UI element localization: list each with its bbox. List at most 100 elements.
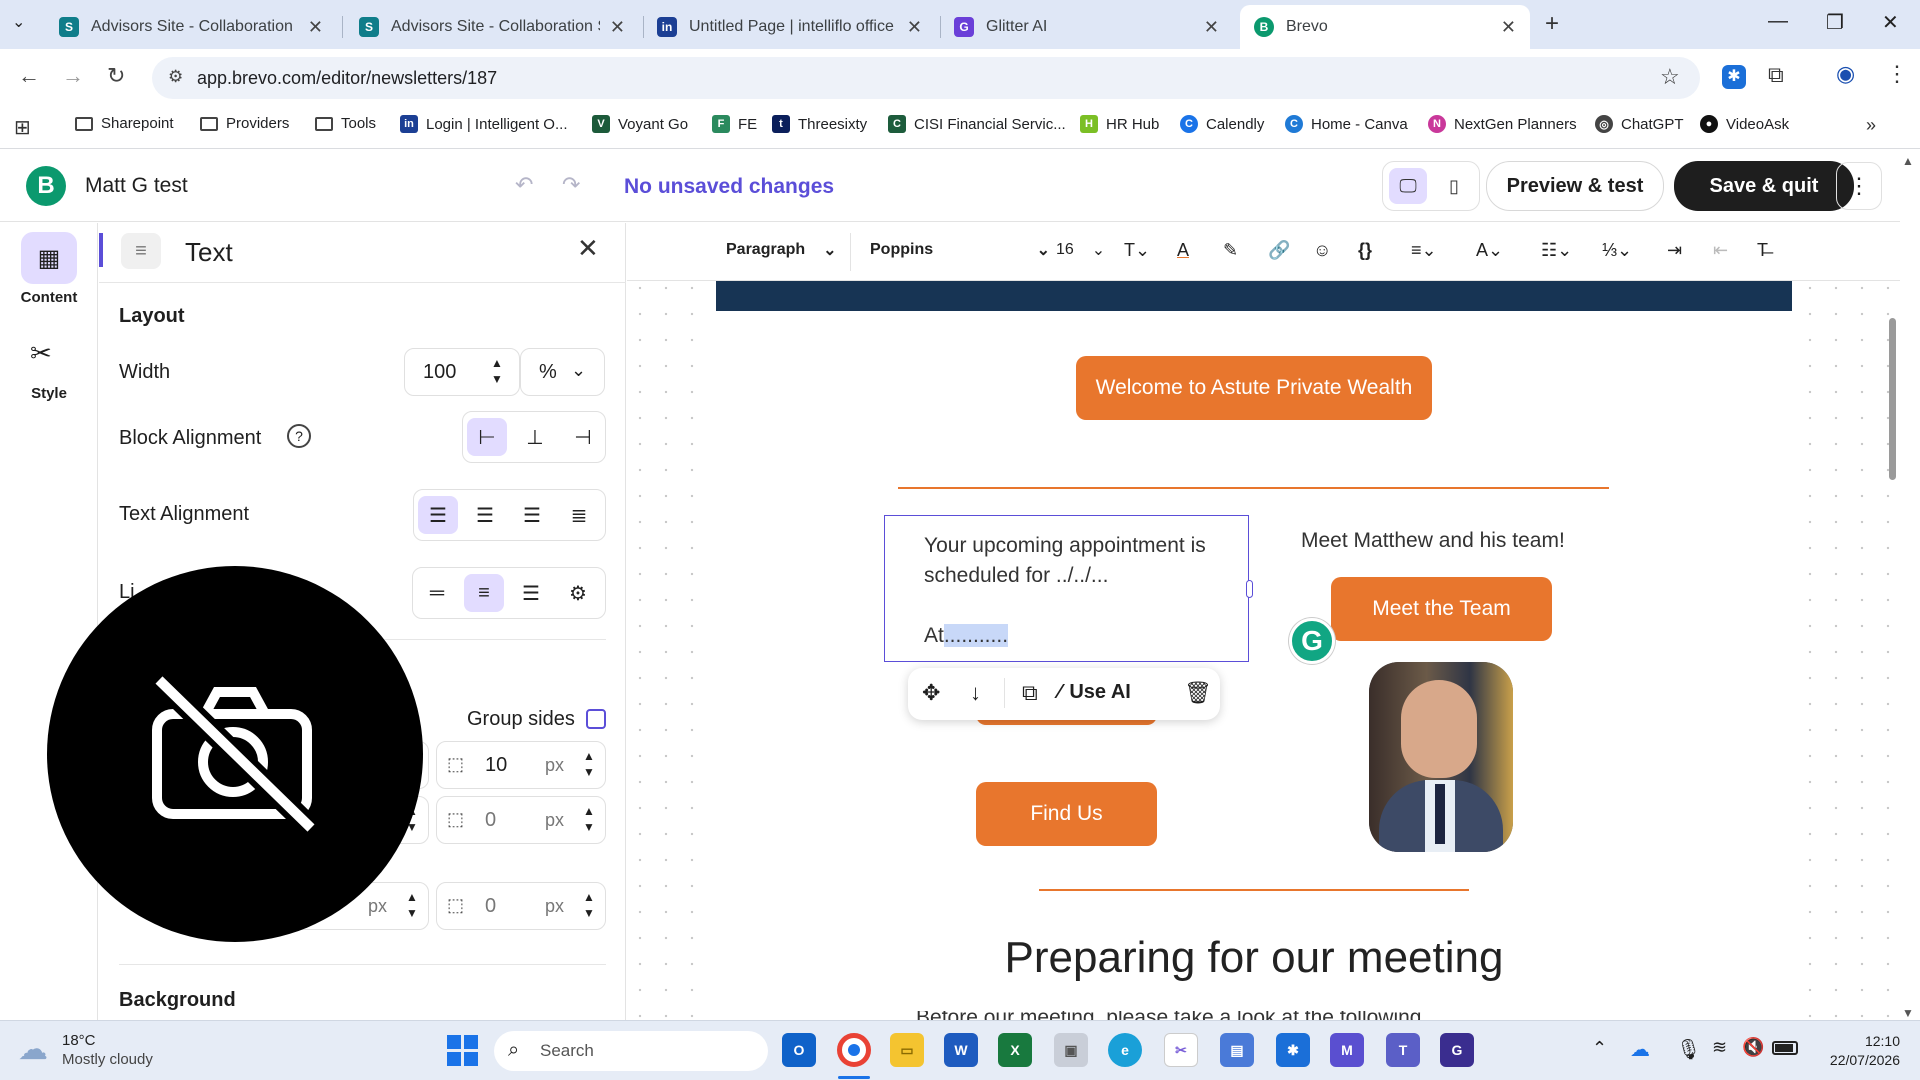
reload-icon[interactable]: ↻ [107,63,125,89]
find-us-button[interactable]: Find Us [976,782,1157,846]
width-value[interactable]: 100 [423,361,456,384]
windows-start-icon[interactable] [447,1035,479,1067]
save-quit-button[interactable]: Save & quit [1674,161,1854,211]
brevo-logo[interactable]: B [26,166,66,206]
delete-icon[interactable]: 🗑 [1184,680,1212,706]
align-block-left-icon[interactable]: ⊢ [467,418,507,456]
mobile-view-icon[interactable]: ▯ [1435,168,1473,204]
url-text[interactable]: app.brevo.com/editor/newsletters/187 [197,68,497,89]
align-icon[interactable]: ≡⌄ [1411,240,1437,261]
new-tab-icon[interactable]: + [1545,10,1559,38]
merge-tags-icon[interactable]: {} [1358,240,1372,261]
bookmark-fe[interactable]: F FE [712,115,757,133]
padding-top-input[interactable]: ⬚ 10 px ▲ ▼ [436,741,606,789]
align-block-center-icon[interactable]: ⊥ [515,418,555,456]
close-tab-icon[interactable]: ✕ [610,17,625,38]
clock-date[interactable]: 22/07/2026 [1800,1052,1900,1068]
volume-muted-icon[interactable]: 🔇 [1742,1037,1764,1058]
text-style-icon[interactable]: T⌄ [1124,240,1150,261]
tab-advisors-site-2[interactable]: S Advisors Site - Collaboration Si ✕ [345,5,639,49]
bookmark-nextgen[interactable]: N NextGen Planners [1428,115,1577,133]
use-ai-button[interactable]: ⁄ Use AI [1058,681,1131,704]
tab-brevo[interactable]: B Brevo ✕ [1240,5,1530,49]
outdent-icon[interactable]: ⇤ [1713,240,1728,261]
text-align-right-icon[interactable]: ☰ [512,496,552,534]
canvas-scrollbar[interactable] [1889,318,1896,480]
close-panel-icon[interactable]: ✕ [577,233,599,264]
page-scroll-up-icon[interactable]: ▲ [1902,154,1914,168]
redo-icon[interactable]: ↷ [562,172,580,198]
microsoft365-icon[interactable]: M [1330,1033,1364,1067]
app-icon[interactable]: G [1440,1033,1474,1067]
teams-icon[interactable]: T [1386,1033,1420,1067]
content-grid-icon[interactable]: ▦ [21,232,77,284]
line-height-settings-icon[interactable]: ⚙ [558,574,598,612]
numbered-list-icon[interactable]: ⅓⌄ [1602,240,1632,261]
align-block-right-icon[interactable]: ⊣ [563,418,603,456]
close-tab-icon[interactable]: ✕ [907,17,922,38]
preview-test-button[interactable]: Preview & test [1486,161,1664,211]
tab-intelliflo[interactable]: in Untitled Page | intelliflo office ✕ [643,5,936,49]
extensions-puzzle-icon[interactable]: ⧉ [1768,62,1784,88]
file-explorer-icon[interactable]: ▭ [890,1033,924,1067]
more-options-icon[interactable]: ⋮ [1836,162,1882,210]
style-tab-label[interactable]: Style [0,385,98,402]
welcome-button[interactable]: Welcome to Astute Private Wealth [1076,356,1432,420]
line-height-loose-icon[interactable]: ☰ [511,574,551,612]
snipping-tool-icon[interactable]: ✂ [1164,1033,1198,1067]
address-bar[interactable]: ⚙ app.brevo.com/editor/newsletters/187 ☆ [152,57,1700,99]
appointment-text[interactable]: Your upcoming appointment is scheduled f… [924,531,1206,651]
bookmark-threesixty[interactable]: t Threesixty [772,115,867,133]
tab-search-chevron-icon[interactable]: ⌄ [12,12,25,32]
forward-icon[interactable]: → [62,63,84,89]
browser-menu-icon[interactable]: ⋮ [1886,61,1908,87]
width-stepper-icon[interactable]: ▲ ▼ [491,355,503,387]
profile-icon[interactable]: ◉ [1836,61,1855,87]
bookmark-canva[interactable]: C Home - Canva [1285,115,1408,133]
stepper-icon[interactable]: ▲▼ [583,748,595,780]
text-align-justify-icon[interactable]: ≣ [559,496,599,534]
close-tab-icon[interactable]: ✕ [1501,17,1516,38]
padding-right-input[interactable]: ⬚ 0 px ▲ ▼ [436,796,606,844]
close-tab-icon[interactable]: ✕ [1204,17,1219,38]
width-unit-value[interactable]: % [539,361,557,384]
chrome-icon[interactable] [837,1033,871,1067]
weather-desc[interactable]: Mostly cloudy [62,1051,153,1068]
wifi-icon[interactable]: ≋ [1712,1037,1727,1058]
stepper-icon[interactable]: ▲▼ [583,803,595,835]
grammarly-icon[interactable]: G [1289,618,1335,664]
app-icon[interactable]: ▤ [1220,1033,1254,1067]
margin-right-input[interactable]: ⬚ 0 px ▲ ▼ [436,882,606,930]
link-icon[interactable]: 🔗 [1268,240,1290,261]
duplicate-icon[interactable]: ⧉ [1022,680,1038,706]
help-icon[interactable]: ? [287,424,311,448]
more-bookmarks-icon[interactable]: » [1866,115,1876,136]
emoji-icon[interactable]: ☺ [1313,240,1331,261]
width-unit-select[interactable]: % ⌄ [520,348,605,396]
tab-glitter-ai[interactable]: G Glitter AI ✕ [940,5,1233,49]
minimize-icon[interactable]: — [1768,10,1788,33]
text-align-left-icon[interactable]: ☰ [418,496,458,534]
clear-format-icon[interactable]: T̶ [1757,240,1768,261]
edge-icon[interactable]: e [1108,1033,1142,1067]
bookmark-cisi[interactable]: C CISI Financial Servic... [888,115,1066,133]
bookmark-sharepoint[interactable]: Sharepoint [75,115,174,132]
desktop-view-icon[interactable]: 🖵 [1389,168,1427,204]
outlook-icon[interactable]: O [782,1033,816,1067]
line-height-compact-icon[interactable]: ═ [417,574,457,612]
paragraph-select[interactable]: Paragraph ⌄ [726,240,837,260]
stepper-icon[interactable]: ▲▼ [583,889,595,921]
microphone-icon[interactable]: 🎙 [1676,1037,1701,1062]
weather-icon[interactable]: ☁ [18,1032,48,1067]
word-icon[interactable]: W [944,1033,978,1067]
bookmark-hr-hub[interactable]: H HR Hub [1080,115,1159,133]
back-icon[interactable]: ← [18,63,40,89]
site-info-icon[interactable]: ⚙ [168,67,183,87]
font-size-select[interactable]: 16 ⌄ [1056,240,1105,260]
text-direction-icon[interactable]: A⌄ [1476,240,1503,261]
restore-icon[interactable]: ❐ [1826,10,1844,35]
move-down-icon[interactable]: ↓ [970,680,981,706]
app-icon[interactable]: ▣ [1054,1033,1088,1067]
move-icon[interactable]: ✥ [922,680,940,706]
bullet-list-icon[interactable]: ☷⌄ [1541,240,1572,261]
